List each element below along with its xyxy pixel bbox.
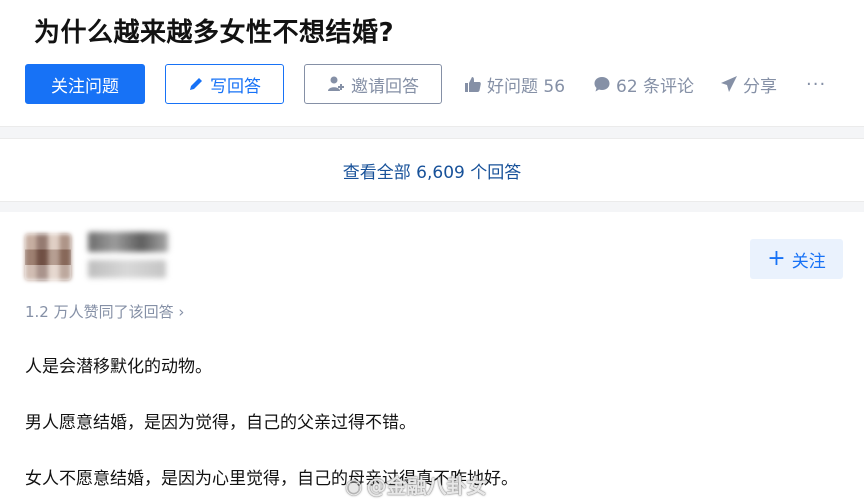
pencil-icon xyxy=(190,78,202,90)
plus-icon: + xyxy=(767,246,786,271)
weibo-logo-icon: ◉ xyxy=(345,474,363,498)
answer-paragraph: 男人愿意结婚，是因为觉得，自己的父亲过得不错。 xyxy=(25,413,416,433)
invite-answer-button[interactable]: 邀请回答 xyxy=(304,64,442,104)
comments-button[interactable]: 62 条评论 xyxy=(593,64,694,104)
follow-author-label: 关注 xyxy=(791,251,826,272)
answer-paragraph: 人是会潜移默化的动物。 xyxy=(25,357,212,377)
comments-label: 62 条评论 xyxy=(616,76,695,97)
invite-answer-label: 邀请回答 xyxy=(351,76,419,97)
more-options-button[interactable]: ··· xyxy=(806,64,826,104)
comment-icon xyxy=(594,77,610,92)
question-header: 为什么越来越多女性不想结婚? 关注问题 写回答 邀请回答 好问题 56 62 条… xyxy=(0,0,864,127)
view-all-answers-link[interactable]: 查看全部 6,609 个回答 xyxy=(0,138,864,202)
watermark-text: @金融八卦女 xyxy=(366,474,487,498)
thumbs-up-icon xyxy=(465,77,481,92)
answer-card: + 关注 1.2 万人赞同了该回答 › 人是会潜移默化的动物。 男人愿意结婚，是… xyxy=(0,212,864,503)
question-title: 为什么越来越多女性不想结婚? xyxy=(34,18,395,48)
share-label: 分享 xyxy=(743,76,777,97)
follow-question-button[interactable]: 关注问题 xyxy=(25,64,145,104)
share-button[interactable]: 分享 xyxy=(720,64,777,104)
author-bio-blurred xyxy=(88,260,166,278)
good-question-button[interactable]: 好问题 56 xyxy=(464,64,565,104)
paper-plane-icon xyxy=(721,76,737,92)
add-user-icon xyxy=(328,76,344,91)
follow-author-button[interactable]: + 关注 xyxy=(750,239,843,279)
author-name-blurred[interactable] xyxy=(88,232,168,252)
write-answer-label: 写回答 xyxy=(210,76,261,97)
avatar-overlay xyxy=(25,234,71,280)
good-question-label: 好问题 56 xyxy=(487,76,566,97)
write-answer-button[interactable]: 写回答 xyxy=(165,64,284,104)
vote-count-link[interactable]: 1.2 万人赞同了该回答 › xyxy=(25,301,184,322)
weibo-watermark: ◉ @金融八卦女 xyxy=(345,470,486,499)
